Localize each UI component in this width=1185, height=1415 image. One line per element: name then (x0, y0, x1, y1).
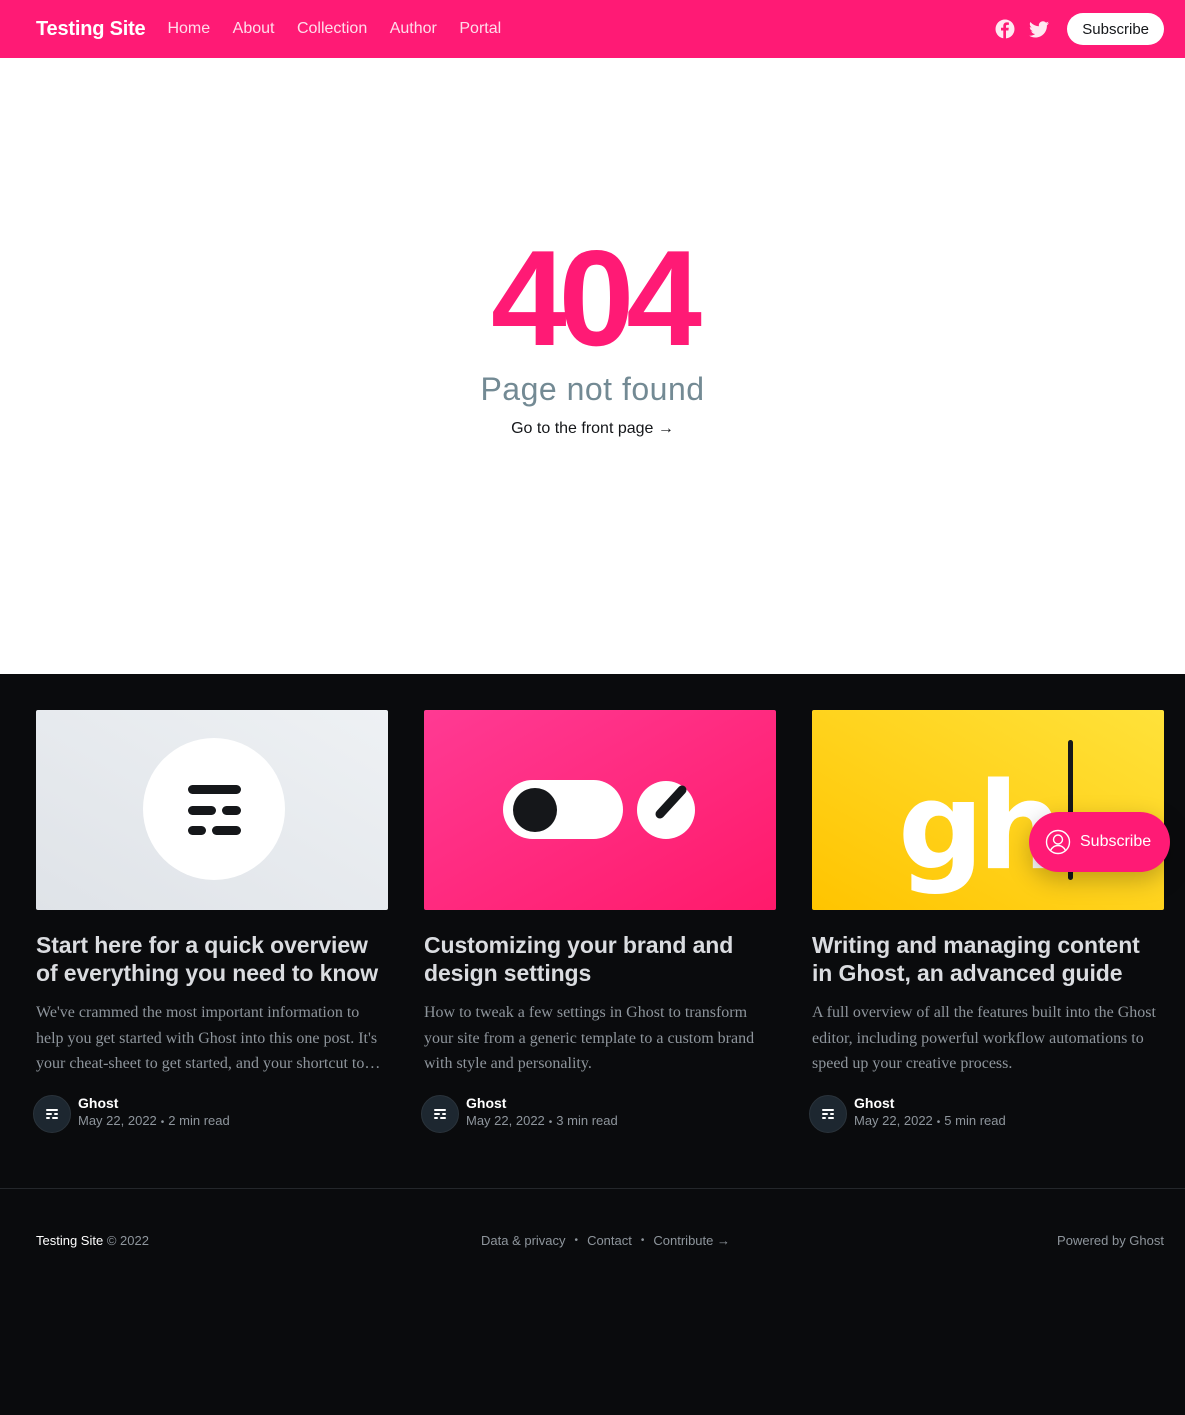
post-date: May 22, 2022 (466, 1113, 545, 1128)
post-card-image[interactable] (36, 710, 388, 910)
avatar[interactable] (421, 1094, 459, 1133)
bullet-icon: • (574, 1235, 579, 1246)
author-name[interactable]: Ghost (854, 1095, 1006, 1112)
post-card-excerpt: How to tweak a few settings in Ghost to … (424, 1004, 755, 1072)
copyright: Testing Site © 2022 (36, 1233, 149, 1248)
site-title[interactable]: Testing Site (36, 18, 146, 41)
post-card-byline: Ghost May 22, 2022 • 5 min read (854, 1095, 1006, 1132)
post-card-meta: Ghost May 22, 2022 • 2 min read (33, 1094, 388, 1133)
footer-link-data-privacy[interactable]: Data & privacy (481, 1233, 566, 1248)
author-name[interactable]: Ghost (466, 1095, 618, 1112)
error-description: Page not found (480, 371, 705, 407)
nav-item-portal[interactable]: Portal (459, 20, 501, 38)
avatar[interactable] (33, 1094, 71, 1133)
error-section: 404 Page not found Go to the front page … (0, 58, 1185, 674)
post-card-byline: Ghost May 22, 2022 • 2 min read (78, 1095, 230, 1132)
portal-subscribe-button[interactable]: Subscribe (1029, 812, 1170, 872)
post-date: May 22, 2022 (78, 1113, 157, 1128)
bullet-icon: • (160, 1117, 165, 1128)
header-actions: Subscribe (988, 12, 1164, 46)
post-card-date-line: May 22, 2022 • 2 min read (78, 1112, 230, 1132)
powered-by-link[interactable]: Powered by Ghost (1057, 1233, 1164, 1248)
post-card-date-line: May 22, 2022 • 3 min read (466, 1112, 618, 1132)
nav-item-collection[interactable]: Collection (297, 20, 367, 38)
footer-site-title[interactable]: Testing Site (36, 1233, 103, 1248)
bullet-icon: • (548, 1117, 553, 1128)
reading-time: 3 min read (556, 1113, 618, 1128)
post-feed-section: Start here for a quick overview of every… (0, 674, 1185, 1415)
user-circle-icon (1045, 829, 1071, 855)
error-code: 404 (491, 222, 702, 374)
subscribe-button[interactable]: Subscribe (1067, 13, 1164, 45)
post-card-title[interactable]: Customizing your brand and design settin… (424, 931, 776, 987)
post-card-byline: Ghost May 22, 2022 • 3 min read (466, 1095, 618, 1132)
footer-divider (0, 1188, 1185, 1189)
facebook-icon[interactable] (988, 12, 1022, 46)
bullet-icon: • (640, 1235, 645, 1246)
reading-time: 2 min read (168, 1113, 230, 1128)
nav-item-about[interactable]: About (233, 20, 275, 38)
nav-item-author[interactable]: Author (390, 20, 437, 38)
post-card-image[interactable]: gh (812, 710, 1164, 910)
reading-time: 5 min read (944, 1113, 1006, 1128)
footer-link-contact[interactable]: Contact (587, 1233, 632, 1248)
bullet-icon: • (936, 1117, 941, 1128)
site-header: Testing Site Home About Collection Autho… (0, 0, 1185, 58)
post-card-title[interactable]: Start here for a quick overview of every… (36, 931, 388, 987)
post-card-excerpt: A full overview of all the features buil… (812, 1004, 1156, 1072)
front-page-link[interactable]: Go to the front page → (0, 420, 1185, 438)
twitter-icon[interactable] (1022, 12, 1056, 46)
post-card[interactable]: Start here for a quick overview of every… (33, 710, 388, 1133)
post-card-excerpt: We've crammed the most important informa… (36, 1004, 378, 1072)
post-card-meta: Ghost May 22, 2022 • 3 min read (421, 1094, 776, 1133)
footer-nav: Data & privacy • Contact • Contribute → (481, 1233, 730, 1248)
avatar[interactable] (809, 1094, 847, 1133)
nav-item-home[interactable]: Home (167, 20, 210, 38)
copyright-text: © 2022 (106, 1233, 149, 1248)
post-card[interactable]: Customizing your brand and design settin… (421, 710, 776, 1133)
post-date: May 22, 2022 (854, 1113, 933, 1128)
main-nav: Home About Collection Author Portal (167, 20, 523, 38)
author-name[interactable]: Ghost (78, 1095, 230, 1112)
post-card-title[interactable]: Writing and managing content in Ghost, a… (812, 931, 1164, 987)
post-card-meta: Ghost May 22, 2022 • 5 min read (809, 1094, 1164, 1133)
footer-link-contribute[interactable]: Contribute → (653, 1233, 730, 1248)
post-card-date-line: May 22, 2022 • 5 min read (854, 1112, 1006, 1132)
portal-subscribe-label: Subscribe (1080, 833, 1152, 850)
post-card[interactable]: gh Writing and managing content in Ghost… (809, 710, 1164, 1133)
site-footer: Testing Site © 2022 Data & privacy • Con… (36, 1233, 1164, 1251)
powered-by: Powered by Ghost (1057, 1233, 1164, 1248)
post-card-image[interactable] (424, 710, 776, 910)
